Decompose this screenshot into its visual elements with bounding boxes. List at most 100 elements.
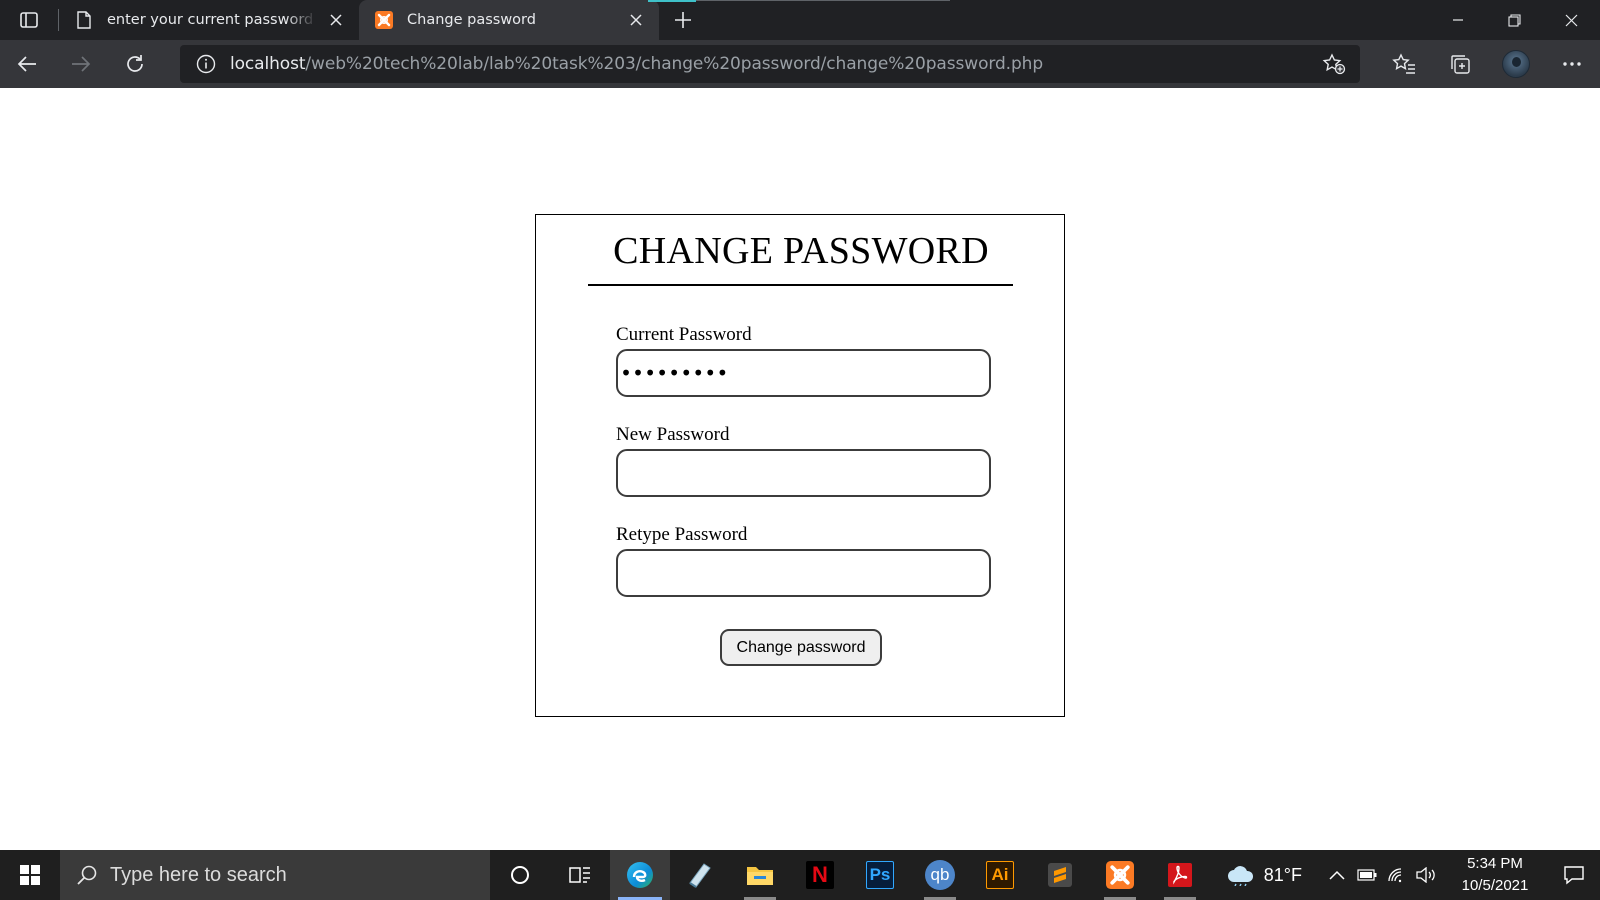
cortana-icon	[511, 866, 529, 884]
refresh-button[interactable]	[108, 40, 162, 88]
forward-button[interactable]	[54, 40, 108, 88]
weather-temp: 81°F	[1263, 864, 1302, 885]
notes-icon	[689, 863, 711, 888]
avatar	[1502, 50, 1530, 78]
weather-widget[interactable]: 81°F	[1226, 864, 1302, 886]
taskbar-app-edge[interactable]	[610, 850, 670, 900]
network-button[interactable]	[1382, 850, 1412, 900]
url-host: localhost	[230, 54, 306, 74]
restore-button[interactable]	[1486, 0, 1543, 40]
tab-actions-button[interactable]	[0, 0, 58, 40]
action-center-button[interactable]	[1548, 850, 1600, 900]
task-view-icon	[569, 867, 590, 883]
close-icon	[1565, 14, 1578, 26]
taskbar: Type here to search N Ps qb Ai 81°F 5:34…	[0, 850, 1600, 900]
minimize-button[interactable]	[1429, 0, 1486, 40]
taskbar-app-netflix[interactable]: N	[790, 850, 850, 900]
plus-icon	[675, 12, 691, 28]
search-placeholder: Type here to search	[110, 863, 287, 886]
close-window-button[interactable]	[1543, 0, 1600, 40]
battery-button[interactable]	[1352, 850, 1382, 900]
profile-button[interactable]	[1488, 40, 1544, 88]
task-view-button[interactable]	[550, 850, 610, 900]
taskbar-app-acrobat[interactable]	[1150, 850, 1210, 900]
chevron-up-icon	[1329, 870, 1345, 880]
back-button[interactable]	[0, 40, 54, 88]
taskbar-app-photoshop[interactable]: Ps	[850, 850, 910, 900]
address-bar[interactable]: localhost/web%20tech%20lab/lab%20task%20…	[180, 45, 1360, 83]
start-button[interactable]	[0, 850, 60, 900]
taskbar-app-file-explorer[interactable]	[730, 850, 790, 900]
illustrator-icon: Ai	[986, 861, 1014, 889]
more-icon	[1563, 62, 1581, 66]
toolbar-right	[1376, 40, 1600, 88]
netflix-icon: N	[806, 861, 834, 889]
speaker-icon	[1416, 867, 1435, 883]
close-tab-button[interactable]	[625, 9, 647, 31]
taskbar-app-sublime-text[interactable]	[1030, 850, 1090, 900]
xampp-icon	[1106, 861, 1134, 889]
folder-icon	[747, 867, 773, 885]
tab-strip-line	[696, 0, 950, 1]
collections-icon	[1451, 55, 1470, 74]
xampp-icon	[375, 11, 393, 29]
back-arrow-icon	[17, 56, 36, 72]
loading-indicator	[648, 0, 696, 2]
favorites-list-icon	[1392, 53, 1415, 74]
add-favorite-button[interactable]	[1322, 53, 1346, 79]
clock[interactable]: 5:34 PM 10/5/2021	[1450, 853, 1540, 897]
taskbar-search[interactable]: Type here to search	[60, 850, 490, 900]
tab-title: Change password	[407, 12, 536, 28]
retype-password-label: Retype Password	[616, 524, 748, 545]
taskbar-app-illustrator[interactable]: Ai	[970, 850, 1030, 900]
close-tab-button[interactable]	[325, 9, 347, 31]
current-password-label: Current Password	[616, 324, 752, 345]
wifi-icon	[1388, 868, 1402, 883]
tab-active[interactable]: Change password	[359, 0, 659, 40]
edge-icon	[627, 862, 653, 888]
close-icon	[330, 14, 342, 26]
taskbar-app-qbittorrent[interactable]: qb	[910, 850, 970, 900]
notification-icon	[1564, 866, 1584, 885]
minimize-icon	[1452, 19, 1463, 21]
change-password-form: CHANGE PASSWORD Current Password New Pas…	[535, 214, 1065, 717]
acrobat-icon	[1168, 863, 1192, 887]
windows-logo-icon	[20, 865, 40, 885]
retype-password-input[interactable]	[616, 549, 991, 597]
restore-icon	[1508, 13, 1521, 27]
battery-icon	[1357, 869, 1377, 881]
tab-actions-icon	[20, 12, 38, 28]
favorites-button[interactable]	[1376, 40, 1432, 88]
taskbar-app-notes[interactable]	[670, 850, 730, 900]
settings-menu-button[interactable]	[1544, 40, 1600, 88]
new-password-input[interactable]	[616, 449, 991, 497]
form-title: CHANGE PASSWORD	[613, 230, 989, 272]
forward-arrow-icon	[72, 56, 91, 72]
close-icon	[630, 14, 642, 26]
tab-inactive[interactable]: enter your current password and	[59, 0, 359, 40]
browser-toolbar: localhost/web%20tech%20lab/lab%20task%20…	[0, 40, 1600, 88]
volume-button[interactable]	[1412, 850, 1442, 900]
change-password-button[interactable]: Change password	[720, 629, 882, 666]
new-tab-button[interactable]	[659, 0, 707, 40]
url-text[interactable]: localhost/web%20tech%20lab/lab%20task%20…	[230, 54, 1043, 74]
refresh-icon	[127, 55, 143, 72]
system-tray: 81°F 5:34 PM 10/5/2021	[1226, 850, 1600, 900]
clock-time: 5:34 PM	[1467, 855, 1523, 872]
search-icon	[77, 865, 97, 885]
clock-date: 10/5/2021	[1461, 877, 1529, 894]
title-divider	[588, 284, 1013, 286]
taskbar-app-xampp[interactable]	[1090, 850, 1150, 900]
show-hidden-icons-button[interactable]	[1322, 850, 1352, 900]
page-viewport: CHANGE PASSWORD Current Password New Pas…	[0, 88, 1600, 850]
new-password-label: New Password	[616, 424, 730, 445]
url-path: /web%20tech%20lab/lab%20task%203/change%…	[305, 54, 1044, 74]
current-password-input[interactable]	[616, 349, 991, 397]
cloud-icon	[1227, 866, 1253, 886]
photoshop-icon: Ps	[866, 861, 894, 889]
sublime-text-icon	[1048, 863, 1072, 887]
info-icon[interactable]	[196, 54, 216, 74]
window-controls	[1429, 0, 1600, 40]
cortana-button[interactable]	[490, 850, 550, 900]
collections-button[interactable]	[1432, 40, 1488, 88]
